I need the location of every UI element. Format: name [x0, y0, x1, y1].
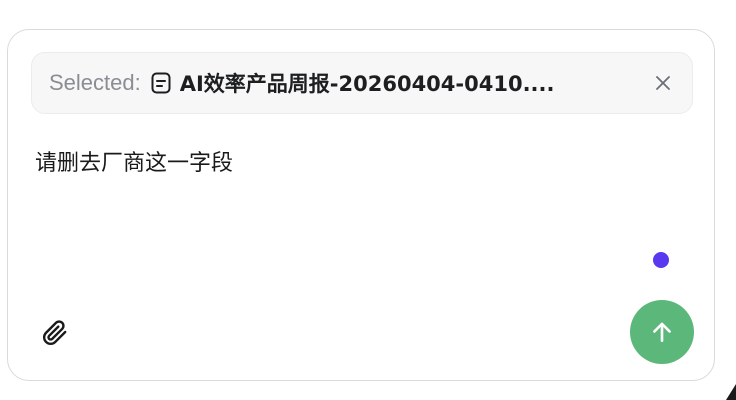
selected-filename: AI效率产品周报-20260404-0410....: [179, 72, 555, 96]
chat-composer: Selected: AI效率产品周报-20260404-0410.... 请删去…: [7, 29, 715, 381]
document-icon: [151, 72, 171, 94]
remove-selection-button[interactable]: [650, 70, 676, 96]
paperclip-icon: [43, 320, 67, 345]
status-indicator-dot: [653, 252, 669, 268]
selected-file-chip: Selected: AI效率产品周报-20260404-0410....: [31, 52, 693, 114]
selected-prefix-label: Selected:: [49, 70, 141, 95]
close-icon: [656, 76, 670, 90]
arrow-up-icon: [653, 322, 671, 342]
attach-file-button[interactable]: [40, 318, 70, 348]
send-button[interactable]: [630, 300, 694, 364]
message-input[interactable]: 请删去厂商这一字段: [35, 145, 233, 177]
resize-corner-mark: [726, 384, 736, 400]
